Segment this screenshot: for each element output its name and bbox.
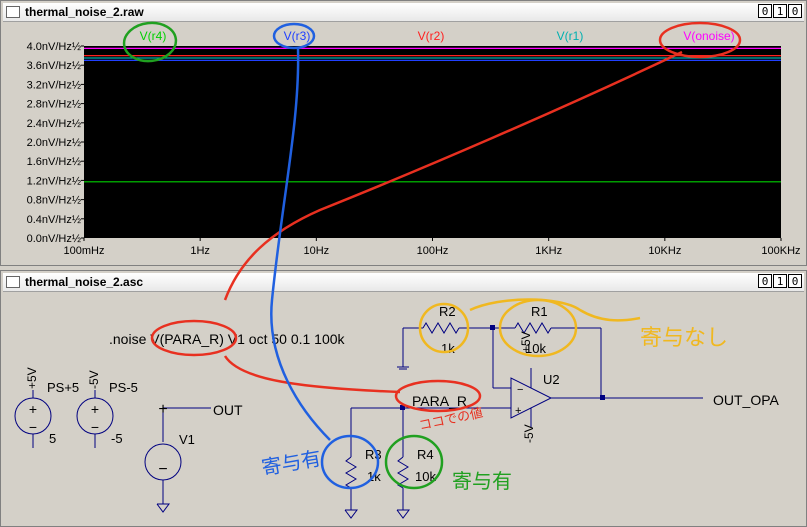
plot-area[interactable]	[84, 46, 781, 238]
u2-neg-rail-label: -5V	[522, 424, 536, 443]
ps-pos-label: +5V	[25, 367, 39, 389]
junction-dot	[600, 395, 605, 400]
x-tick-label: 100Hz	[417, 245, 449, 257]
u2-minus-input-sign: −	[517, 384, 523, 396]
y-tick-label: 3.6nV/Hz½	[27, 60, 81, 72]
minimize-button[interactable]: 0	[758, 4, 772, 18]
net-label-para-r[interactable]: PARA_R	[412, 393, 467, 409]
x-tick-label: 100mHz	[64, 245, 105, 257]
schematic-window: thermal_noise_2.asc 0 1 0 + − + − + − − …	[0, 270, 807, 527]
ps-pos-value: 5	[49, 431, 57, 446]
v1-name: V1	[179, 432, 195, 447]
restore-button[interactable]: 1	[773, 274, 787, 288]
v1-plus-sign: +	[158, 401, 167, 418]
waveform-window: thermal_noise_2.raw 0 1 0 4.0nV/Hz½ 3.6nV…	[0, 0, 807, 266]
x-tick-label: 10Hz	[303, 245, 329, 257]
r4-name: R4	[417, 447, 434, 462]
y-tick-label: 0.8nV/Hz½	[27, 195, 81, 207]
close-button[interactable]: 0	[788, 274, 802, 288]
net-label-out-opa[interactable]: OUT_OPA	[713, 392, 779, 408]
restore-button[interactable]: 1	[773, 4, 787, 18]
schematic-canvas[interactable]: + − + − + − − +	[3, 292, 804, 526]
trace-label[interactable]: V(r4)	[140, 29, 167, 43]
waveform-window-icon	[6, 6, 20, 18]
r4-value: 10k	[415, 469, 436, 484]
x-tick-label: 1Hz	[190, 245, 210, 257]
waveform-window-title: thermal_noise_2.raw	[25, 5, 144, 19]
waveform-titlebar[interactable]: thermal_noise_2.raw 0 1 0	[3, 3, 804, 22]
trace-label[interactable]: V(r3)	[284, 29, 311, 43]
y-tick-label: 3.2nV/Hz½	[27, 79, 81, 91]
u2-plus-input-sign: +	[515, 405, 521, 417]
y-tick-label: 2.4nV/Hz½	[27, 118, 81, 130]
minimize-button[interactable]: 0	[758, 274, 772, 288]
ps-neg-minus-sign: −	[91, 419, 99, 435]
y-tick-label: 2.0nV/Hz½	[27, 137, 81, 149]
trace-label[interactable]: V(r2)	[418, 29, 445, 43]
ps-neg-value: -5	[111, 431, 123, 446]
x-tick-label: 100KHz	[761, 245, 800, 257]
u2-pos-rail-label: +5V	[519, 331, 533, 353]
ps-pos-name: PS+5	[47, 380, 80, 395]
schematic-titlebar[interactable]: thermal_noise_2.asc 0 1 0	[3, 273, 804, 292]
x-tick-label: 10KHz	[648, 245, 681, 257]
schematic-window-title: thermal_noise_2.asc	[25, 275, 144, 289]
junction-dot	[490, 325, 495, 330]
schematic-window-icon	[6, 276, 20, 288]
trace-label[interactable]: V(onoise)	[683, 29, 734, 43]
junction-dot	[400, 405, 405, 410]
r2-value: 1k	[441, 341, 455, 356]
ps-neg-label: -5V	[87, 370, 101, 389]
v1-minus-sign: −	[158, 461, 167, 478]
ps-pos-minus-sign: −	[29, 419, 37, 435]
ps-neg-name: PS-5	[109, 380, 138, 395]
y-tick-label: 1.6nV/Hz½	[27, 156, 81, 168]
net-label-out[interactable]: OUT	[213, 402, 243, 418]
noise-plot[interactable]: 4.0nV/Hz½ 3.6nV/Hz½ 3.2nV/Hz½ 2.8nV/Hz½ 2.4n…	[3, 22, 804, 265]
r1-name: R1	[531, 304, 548, 319]
ps-neg-plus-sign: +	[91, 401, 99, 417]
r2-name: R2	[439, 304, 456, 319]
ps-pos-plus-sign: +	[29, 401, 37, 417]
r3-name: R3	[365, 447, 382, 462]
y-tick-label: 0.4nV/Hz½	[27, 214, 81, 226]
r3-value: 1k	[367, 469, 381, 484]
y-tick-label: 2.8nV/Hz½	[27, 99, 81, 111]
y-tick-label: 1.2nV/Hz½	[27, 175, 81, 187]
u2-name: U2	[543, 372, 560, 387]
noise-directive[interactable]: .noise V(PARA_R) V1 oct 50 0.1 100k	[109, 331, 345, 347]
y-tick-label: 4.0nV/Hz½	[27, 41, 81, 53]
x-tick-label: 1KHz	[535, 245, 562, 257]
trace-label[interactable]: V(r1)	[557, 29, 584, 43]
close-button[interactable]: 0	[788, 4, 802, 18]
y-tick-label: 0.0nV/Hz½	[27, 233, 81, 245]
